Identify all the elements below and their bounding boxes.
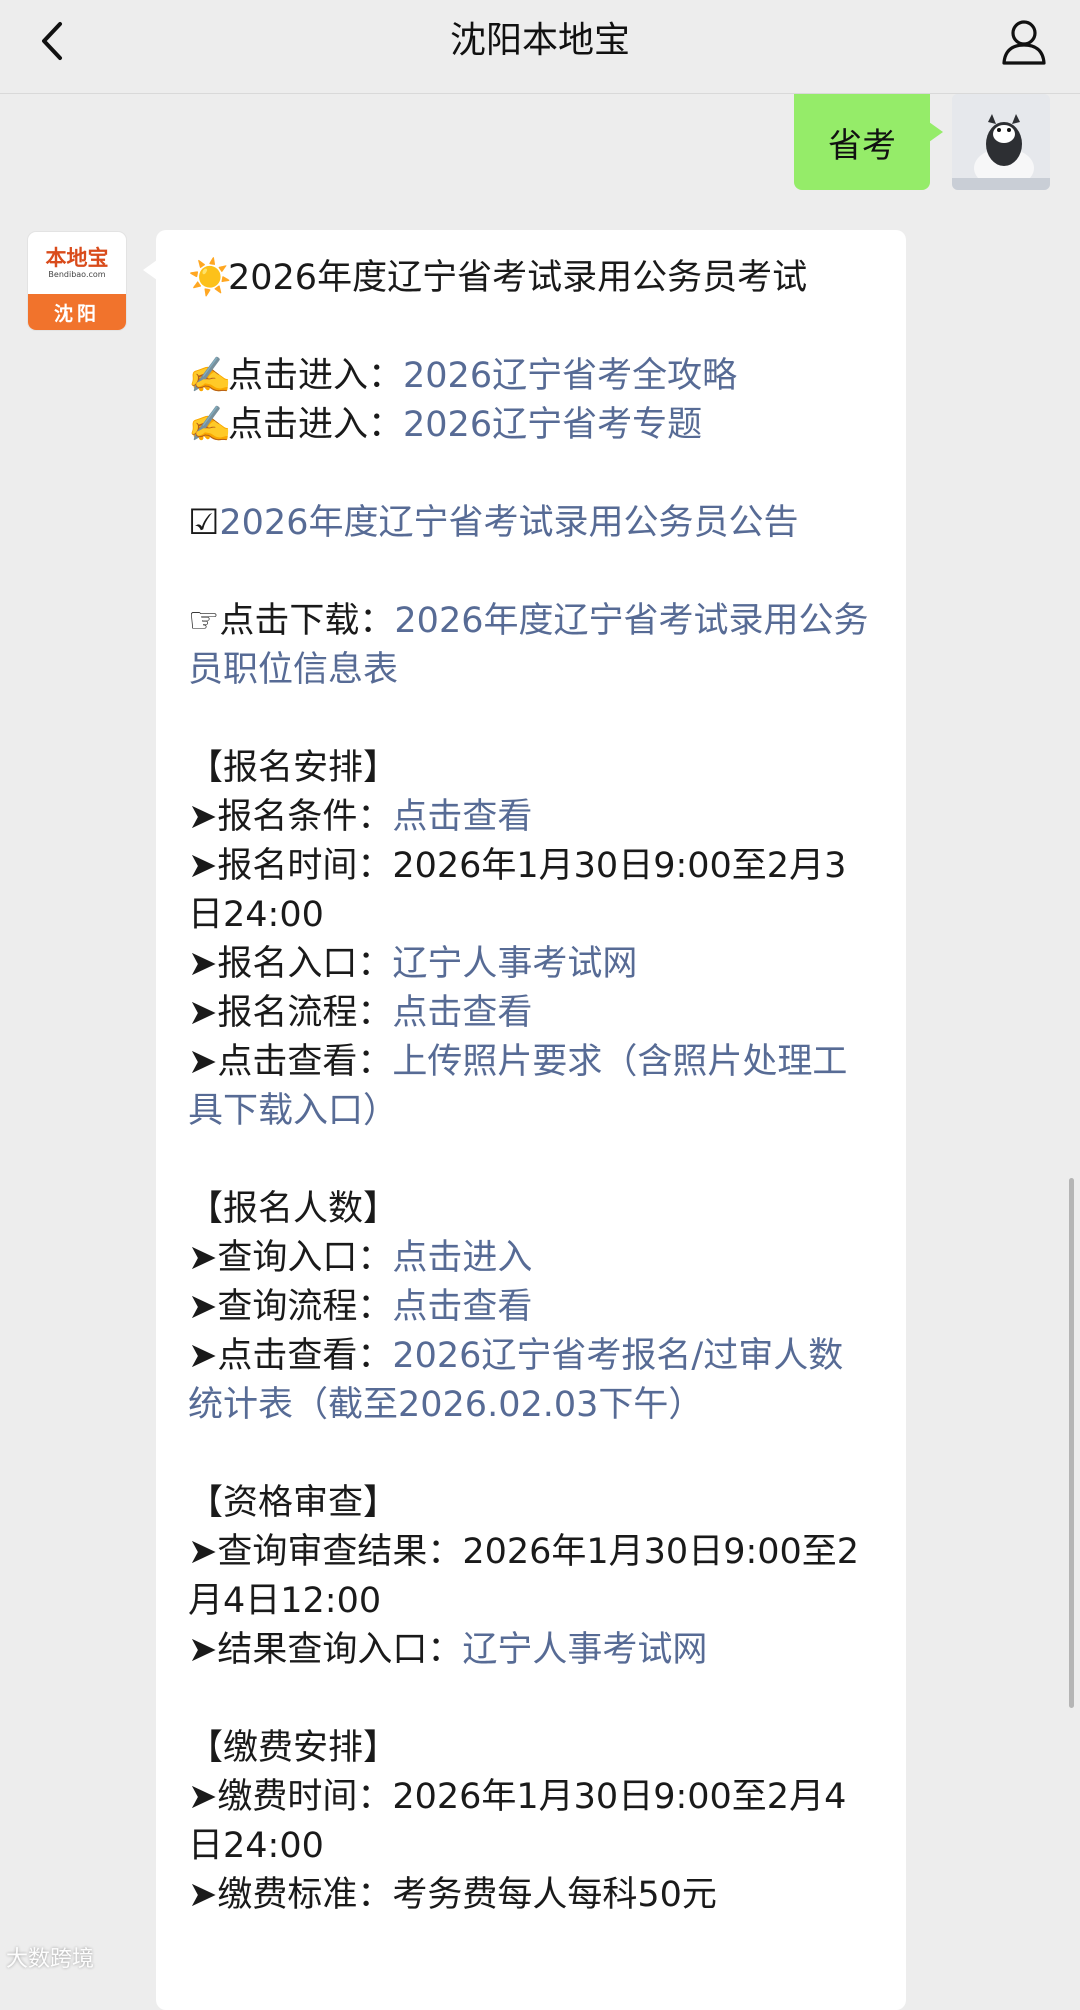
writing-hand-icon: ✍️ bbox=[188, 401, 228, 450]
review-entry-link[interactable]: 辽宁人事考试网 bbox=[462, 1630, 707, 1670]
bot-avatar[interactable]: 本地宝 Bendibao.com 沈阳 bbox=[28, 232, 126, 330]
list-item: ➤点击查看：2026辽宁省考报名/过审人数统计表（截至2026.02.03下午） bbox=[188, 1332, 878, 1430]
registration-process-link[interactable]: 点击查看 bbox=[392, 993, 532, 1033]
list-item: ➤报名流程：点击查看 bbox=[188, 989, 878, 1038]
list-item: ➤查询审查结果：2026年1月30日9:00至2月4日12:00 bbox=[188, 1528, 878, 1626]
writing-hand-icon: ✍️ bbox=[188, 352, 228, 401]
pointing-hand-icon: ☞ bbox=[188, 601, 219, 641]
incoming-bubble: ☀️2026年度辽宁省考试录用公务员考试 ✍️点击进入：2026辽宁省考全攻略 … bbox=[156, 230, 906, 2010]
scrollbar[interactable] bbox=[1069, 1178, 1074, 1708]
notice-line: ☑2026年度辽宁省考试录用公务员公告 bbox=[188, 499, 878, 548]
section-heading: 【缴费安排】 bbox=[188, 1724, 878, 1773]
avatar-cat-image bbox=[952, 94, 1050, 190]
registration-entry-link[interactable]: 辽宁人事考试网 bbox=[392, 944, 637, 984]
list-item: ➤查询流程：点击查看 bbox=[188, 1283, 878, 1332]
logo-sub: Bendibao.com bbox=[48, 270, 105, 280]
person-icon bbox=[1001, 18, 1047, 66]
topic-link[interactable]: 2026辽宁省考专题 bbox=[403, 405, 702, 445]
list-item: ✍️点击进入：2026辽宁省考专题 bbox=[188, 401, 878, 450]
checkbox-icon: ☑ bbox=[188, 503, 219, 543]
sun-icon: ☀️ bbox=[188, 254, 228, 303]
download-line: ☞点击下载：2026年度辽宁省考试录用公务员职位信息表 bbox=[188, 597, 878, 695]
section-heading: 【资格审查】 bbox=[188, 1479, 878, 1528]
chat-title: 沈阳本地宝 bbox=[0, 18, 1080, 64]
list-item: ➤报名入口：辽宁人事考试网 bbox=[188, 940, 878, 989]
nav-bar: 沈阳本地宝 bbox=[0, 0, 1080, 94]
guide-link[interactable]: 2026辽宁省考全攻略 bbox=[403, 356, 737, 396]
list-item: ➤报名时间：2026年1月30日9:00至2月3日24:00 bbox=[188, 842, 878, 940]
user-avatar[interactable] bbox=[952, 94, 1050, 190]
logo-top: 本地宝 Bendibao.com bbox=[28, 232, 126, 294]
list-item: ✍️点击进入：2026辽宁省考全攻略 bbox=[188, 352, 878, 401]
outgoing-message-row: 省考 bbox=[690, 94, 1050, 190]
list-item: ➤结果查询入口：辽宁人事考试网 bbox=[188, 1626, 878, 1675]
query-entry-link[interactable]: 点击进入 bbox=[392, 1238, 532, 1278]
query-process-link[interactable]: 点击查看 bbox=[392, 1287, 532, 1327]
logo-name: 本地宝 bbox=[46, 246, 109, 270]
logo-city: 沈阳 bbox=[28, 294, 126, 330]
list-item: ➤查询入口：点击进入 bbox=[188, 1234, 878, 1283]
list-item: ➤缴费时间：2026年1月30日9:00至2月4日24:00 bbox=[188, 1773, 878, 1871]
notice-link[interactable]: 2026年度辽宁省考试录用公务员公告 bbox=[219, 503, 798, 543]
profile-button[interactable] bbox=[998, 16, 1050, 68]
list-item: ➤点击查看：上传照片要求（含照片处理工具下载入口） bbox=[188, 1038, 878, 1136]
watermark: 大数跨境 bbox=[6, 1941, 94, 1973]
outgoing-bubble[interactable]: 省考 bbox=[794, 94, 930, 190]
list-item: ➤报名条件：点击查看 bbox=[188, 793, 878, 842]
list-item: ➤缴费标准：考务费每人每科50元 bbox=[188, 1871, 878, 1920]
section-heading: 【报名人数】 bbox=[188, 1185, 878, 1234]
conditions-link[interactable]: 点击查看 bbox=[392, 797, 532, 837]
section-heading: 【报名安排】 bbox=[188, 744, 878, 793]
message-title: ☀️2026年度辽宁省考试录用公务员考试 bbox=[188, 254, 878, 303]
